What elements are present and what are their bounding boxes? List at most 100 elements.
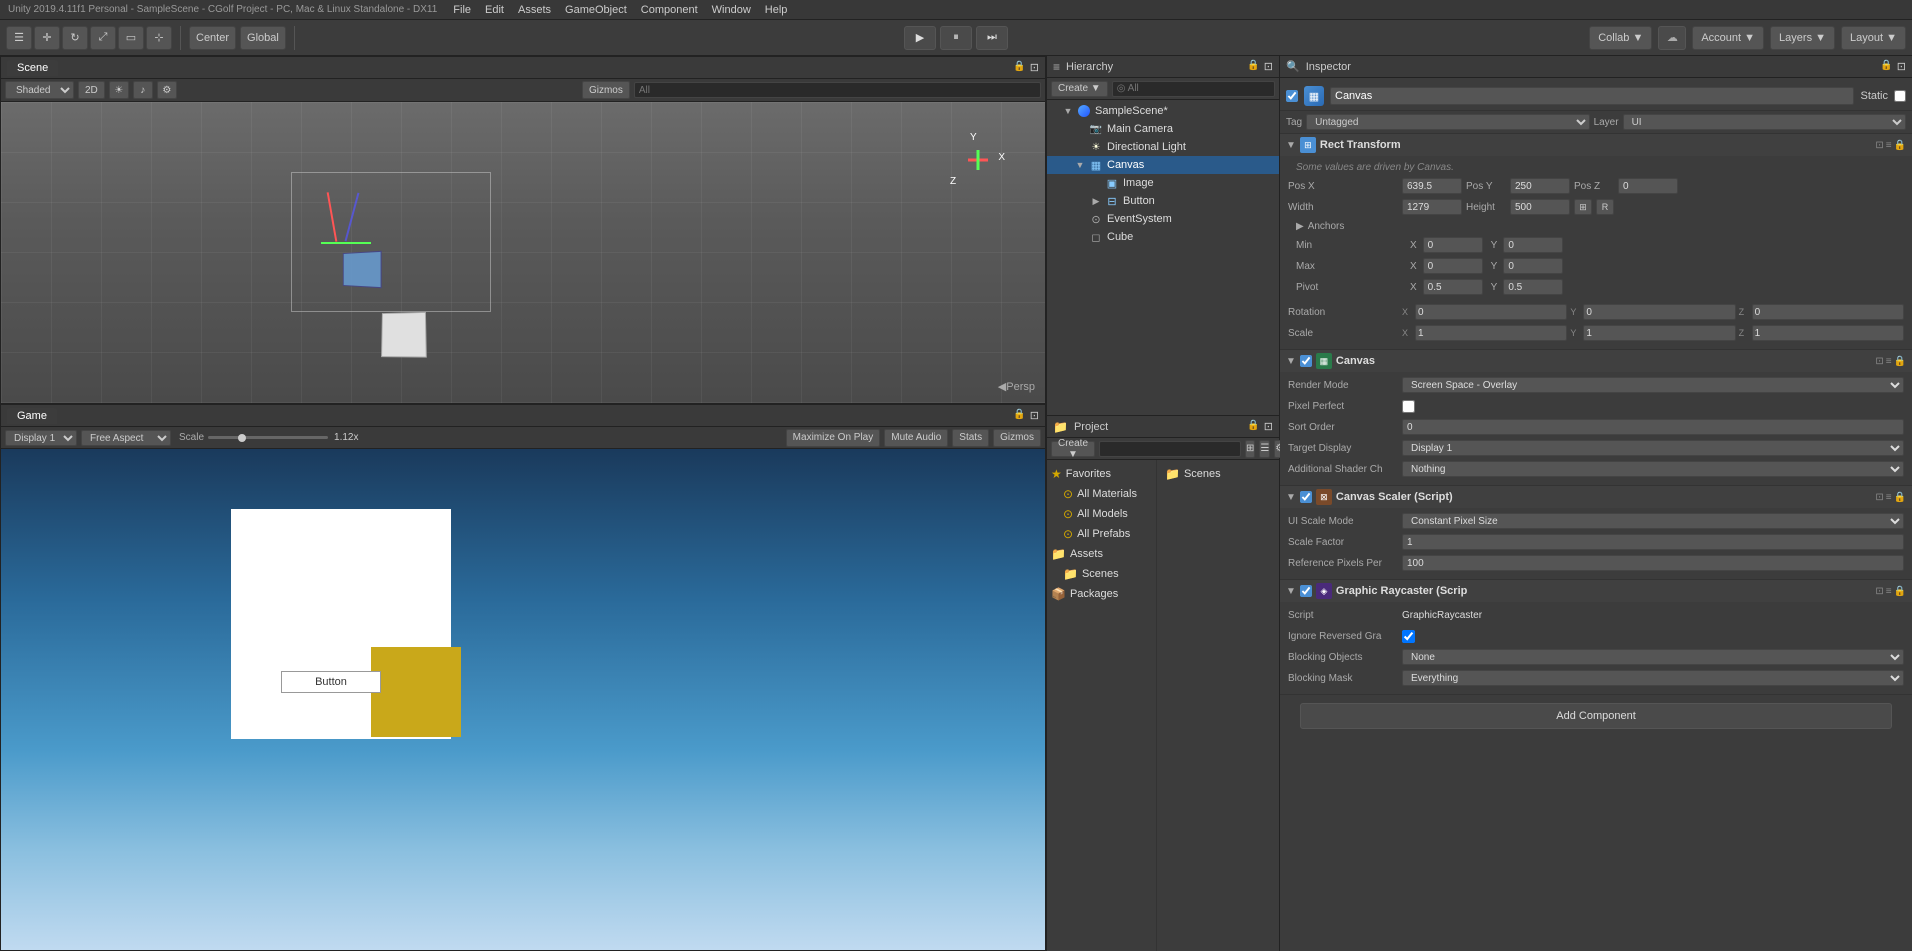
play-button[interactable]: ▶	[904, 26, 936, 50]
layer-dropdown[interactable]: UI	[1623, 114, 1906, 130]
canvas-comp-overflow-icon[interactable]: ≡	[1886, 356, 1892, 367]
project-packages-folder[interactable]: 📦 Packages	[1047, 584, 1156, 604]
canvas-scaler-checkbox[interactable]	[1300, 491, 1312, 503]
hierarchy-item-image[interactable]: ▣ Image	[1047, 174, 1279, 192]
rotate-tool-button[interactable]: ↻	[62, 26, 88, 50]
scale-y-input[interactable]	[1583, 325, 1735, 341]
rect-transform-overflow-icon[interactable]: ≡	[1886, 140, 1892, 151]
anchor-min-y-input[interactable]	[1503, 237, 1563, 253]
pos-x-input[interactable]	[1402, 178, 1462, 194]
anchor-max-x-input[interactable]	[1423, 258, 1483, 274]
rect-transform-lock-icon[interactable]: 🔒	[1894, 140, 1906, 151]
canvas-comp-settings-icon[interactable]: ⊡	[1875, 356, 1883, 367]
menu-component[interactable]: Component	[641, 4, 698, 16]
object-active-checkbox[interactable]	[1286, 90, 1298, 102]
game-tab[interactable]: Game	[7, 408, 57, 424]
additional-shader-dropdown[interactable]: Nothing	[1402, 461, 1904, 477]
aspect-dropdown[interactable]: Free Aspect	[81, 430, 171, 446]
project-maximize-icon[interactable]: ⊡	[1264, 420, 1273, 433]
reference-pixels-input[interactable]	[1402, 555, 1904, 571]
menu-edit[interactable]: Edit	[485, 4, 504, 16]
constrain-proportions-btn[interactable]: ⊞	[1574, 199, 1592, 215]
graphic-raycaster-lock-icon[interactable]: 🔒	[1894, 586, 1906, 597]
rotation-y-input[interactable]	[1583, 304, 1735, 320]
render-mode-dropdown[interactable]: Screen Space - Overlay	[1402, 377, 1904, 393]
canvas-comp-checkbox[interactable]	[1300, 355, 1312, 367]
project-assets-section[interactable]: 📁 Assets	[1047, 544, 1156, 564]
menu-assets[interactable]: Assets	[518, 4, 551, 16]
pause-button[interactable]: ⏸	[940, 26, 972, 50]
hierarchy-create-button[interactable]: Create ▼	[1051, 81, 1108, 97]
scene-lock-icon[interactable]: 🔒	[1013, 61, 1025, 74]
hierarchy-item-cube[interactable]: ◻ Cube	[1047, 228, 1279, 246]
2d-toggle[interactable]: 2D	[78, 81, 105, 99]
game-button-element[interactable]: Button	[281, 671, 381, 693]
sort-order-input[interactable]	[1402, 419, 1904, 435]
graphic-raycaster-header[interactable]: ▼ ◈ Graphic Raycaster (Scrip ⊡ ≡ 🔒	[1280, 580, 1912, 602]
game-maximize-icon[interactable]: ⊡	[1030, 409, 1039, 422]
hierarchy-maximize-icon[interactable]: ⊡	[1264, 60, 1273, 73]
scale-tool-button[interactable]: ⤢	[90, 26, 116, 50]
canvas-scaler-lock-icon[interactable]: 🔒	[1894, 492, 1906, 503]
cloud-button[interactable]: ☁	[1658, 26, 1686, 50]
project-search-input[interactable]	[1099, 441, 1241, 457]
pos-y-input[interactable]	[1510, 178, 1570, 194]
lighting-toggle[interactable]: ☀	[109, 81, 129, 99]
project-all-models[interactable]: ⊙ All Models	[1047, 504, 1156, 524]
scene-maximize-icon[interactable]: ⊡	[1030, 61, 1039, 74]
width-input[interactable]	[1402, 199, 1462, 215]
mute-audio-btn[interactable]: Mute Audio	[884, 429, 948, 447]
project-filter-btn[interactable]: ⊞	[1245, 440, 1255, 458]
graphic-raycaster-settings-icon[interactable]: ⊡	[1875, 586, 1883, 597]
gizmos-button[interactable]: Gizmos	[582, 81, 630, 99]
pixel-perfect-checkbox[interactable]	[1402, 400, 1415, 413]
anchor-min-x-input[interactable]	[1423, 237, 1483, 253]
add-component-button[interactable]: Add Component	[1300, 703, 1892, 729]
scene-tab[interactable]: Scene	[7, 60, 58, 76]
target-display-dropdown[interactable]: Display 1	[1402, 440, 1904, 456]
inspector-maximize-icon[interactable]: ⊡	[1897, 60, 1906, 73]
hierarchy-scene-root[interactable]: ▼ SampleScene*	[1047, 102, 1279, 120]
scale-slider-track[interactable]	[208, 436, 328, 439]
rect-transform-settings-icon[interactable]: ⊡	[1875, 140, 1883, 151]
ignore-reversed-checkbox[interactable]	[1402, 630, 1415, 643]
pos-z-input[interactable]	[1618, 178, 1678, 194]
game-view[interactable]: Button	[1, 449, 1045, 950]
anchor-max-y-input[interactable]	[1503, 258, 1563, 274]
pivot-global-button[interactable]: Global	[240, 26, 286, 50]
tag-dropdown[interactable]: Untagged	[1306, 114, 1589, 130]
reset-rect-btn[interactable]: R	[1596, 199, 1614, 215]
inspector-lock-icon[interactable]: 🔒	[1880, 60, 1892, 73]
scale-slider-thumb[interactable]	[238, 434, 246, 442]
scene-view[interactable]: X Y Z ◀Persp	[1, 102, 1045, 403]
static-checkbox[interactable]	[1894, 90, 1906, 102]
hierarchy-item-eventsystem[interactable]: ⊙ EventSystem	[1047, 210, 1279, 228]
scale-factor-input[interactable]	[1402, 534, 1904, 550]
account-dropdown[interactable]: Account ▼	[1692, 26, 1764, 50]
hierarchy-item-button[interactable]: ▶ ⊟ Button	[1047, 192, 1279, 210]
hierarchy-item-main-camera[interactable]: 📷 Main Camera	[1047, 120, 1279, 138]
project-scenes-folder[interactable]: 📁 Scenes	[1047, 564, 1156, 584]
fx-toggle[interactable]: ⚙	[157, 81, 177, 99]
layers-dropdown[interactable]: Layers ▼	[1770, 26, 1835, 50]
menu-gameobject[interactable]: GameObject	[565, 4, 627, 16]
stats-btn[interactable]: Stats	[952, 429, 989, 447]
canvas-scaler-settings-icon[interactable]: ⊡	[1875, 492, 1883, 503]
anchors-toggle[interactable]: ▶ Anchors	[1296, 219, 1896, 234]
project-all-prefabs[interactable]: ⊙ All Prefabs	[1047, 524, 1156, 544]
scale-x-input[interactable]	[1415, 325, 1567, 341]
hierarchy-item-canvas[interactable]: ▼ ▦ Canvas	[1047, 156, 1279, 174]
project-favorites-section[interactable]: ★ Favorites	[1047, 464, 1156, 484]
rotation-x-input[interactable]	[1415, 304, 1567, 320]
shading-mode-dropdown[interactable]: Shaded	[5, 81, 74, 99]
pivot-x-input[interactable]	[1423, 279, 1483, 295]
canvas-scaler-header[interactable]: ▼ ⊠ Canvas Scaler (Script) ⊡ ≡ 🔒	[1280, 486, 1912, 508]
maximize-on-play-btn[interactable]: Maximize On Play	[786, 429, 881, 447]
hand-tool-button[interactable]: ☰	[6, 26, 32, 50]
canvas-scaler-overflow-icon[interactable]: ≡	[1886, 492, 1892, 503]
project-all-materials[interactable]: ⊙ All Materials	[1047, 484, 1156, 504]
move-tool-button[interactable]: ✛	[34, 26, 60, 50]
graphic-raycaster-overflow-icon[interactable]: ≡	[1886, 586, 1892, 597]
pivot-y-input[interactable]	[1503, 279, 1563, 295]
game-gizmos-btn[interactable]: Gizmos	[993, 429, 1041, 447]
